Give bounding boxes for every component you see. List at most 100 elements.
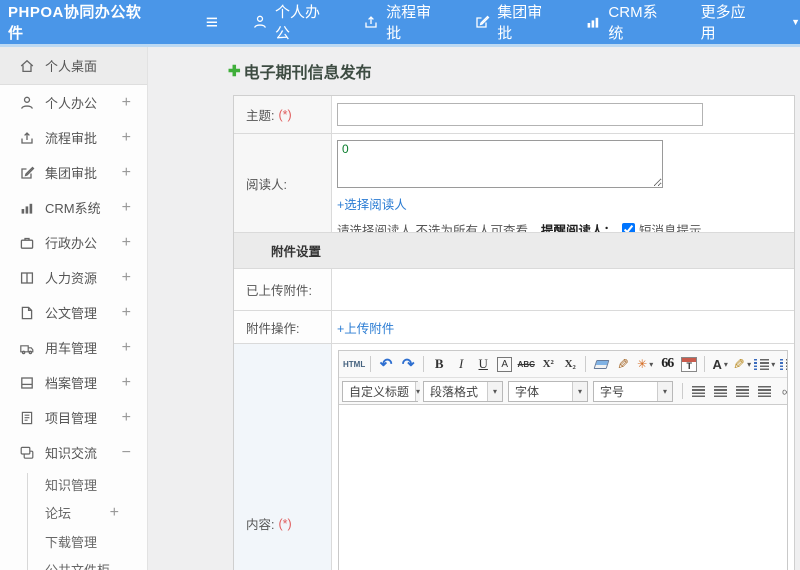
sidebar-subitem-label: 公共文件柜 [45,560,110,570]
editor-ordered-list-button[interactable]: ▾ [754,353,775,375]
sidebar-item-workflow-approval[interactable]: 流程审批 + [0,120,147,155]
sidebar-item-label: 公文管理 [45,306,98,321]
upload-attachment-link[interactable]: +上传附件 [337,318,394,337]
editor-unordered-list-button[interactable] [777,353,787,375]
sidebar-item-knowledge-exchange[interactable]: 知识交流 − [0,435,147,470]
topnav-group-approval[interactable]: 集团审批 [474,1,556,43]
page-title-text: 电子期刊信息发布 [243,65,372,82]
truck-icon [19,340,35,356]
editor-italic-button[interactable]: I [451,353,471,375]
subject-row: 主题: (*) [234,96,794,134]
sidebar-item-group-approval[interactable]: 集团审批 + [0,155,147,190]
sidebar-item-project-management[interactable]: 项目管理 + [0,400,147,435]
sidebar-item-archive-management[interactable]: 档案管理 + [0,365,147,400]
expand-plus-icon[interactable]: + [122,409,131,427]
toolbar-separator [370,356,372,372]
editor-paragraph-format-select[interactable]: 段落格式 ▾ [423,380,503,402]
topnav-crm[interactable]: CRM系统 [585,1,671,43]
toolbar-separator [704,356,706,372]
bar-chart-icon [19,200,35,216]
page-title: ✚ 电子期刊信息发布 [228,59,372,83]
sidebar-item-admin-office[interactable]: 行政办公 + [0,225,147,260]
caret-down-icon: ▾ [657,381,672,401]
hamburger-menu-icon[interactable]: ≡ [206,12,218,33]
topnav-label: 集团审批 [497,4,543,42]
sidebar-item-hr[interactable]: 人力资源 + [0,260,147,295]
workflow-icon [363,14,379,30]
sidebar-item-label: 档案管理 [45,376,98,391]
sidebar-subitem-public-file-cabinet[interactable]: 公共文件柜 [0,556,147,570]
editor-font-color-button[interactable]: A ▾ [710,353,730,375]
expand-plus-icon[interactable]: + [122,374,131,392]
sidebar-subitem-knowledge-management[interactable]: 知识管理 [0,470,147,499]
expand-plus-icon[interactable]: + [110,504,119,522]
expand-plus-icon[interactable]: + [122,304,131,322]
expand-plus-icon[interactable]: + [122,129,131,147]
attachment-section-header: 附件设置 [234,233,794,269]
select-readers-link[interactable]: +选择阅读人 [337,198,407,212]
editor-font-family-select[interactable]: 字体 ▾ [508,380,588,402]
editor-superscript-button[interactable]: X² [538,353,558,375]
editor-insert-link-button[interactable]: ∞ [776,380,787,402]
sms-remind-checkbox[interactable] [622,223,635,232]
expand-plus-icon[interactable]: + [122,164,131,182]
topnav-workflow-approval[interactable]: 流程审批 [363,1,445,43]
expand-plus-icon[interactable]: + [122,199,131,217]
topnav-personal-office[interactable]: 个人办公 [252,1,334,43]
sidebar-item-vehicle-management[interactable]: 用车管理 + [0,330,147,365]
caret-down-icon: ▾ [771,359,776,369]
readers-textarea[interactable]: 0 [337,140,663,188]
editor-custom-title-select[interactable]: 自定义标题 ▾ [342,380,421,402]
publish-form: 主题: (*) 阅读人: 0 +选择阅读人 请选择阅读人,不选为所有人可查看 提… [233,95,795,570]
attachment-section-title: 附件设置 [271,245,322,259]
top-navigation: 个人办公 流程审批 集团审批 CRM系统 更多应用 ▼ [252,1,800,43]
sidebar-subitem-forum[interactable]: 论坛 + [0,499,147,528]
expand-plus-icon[interactable]: + [122,339,131,357]
expand-plus-icon[interactable]: + [122,269,131,287]
editor-html-source-button[interactable]: HTML [343,353,365,375]
sidebar-item-personal-office[interactable]: 个人办公 + [0,85,147,120]
editor-align-right-button[interactable] [732,380,752,402]
editor-font-size-select[interactable]: 字号 ▾ [593,380,673,402]
attachment-action-label: 附件操作: [234,311,332,343]
collapse-minus-icon[interactable]: − [122,444,131,462]
editor-bold-button[interactable]: B [429,353,449,375]
editor-undo-button[interactable]: ↶ [376,353,396,375]
editor-paste-as-text-button[interactable]: T [679,353,699,375]
home-icon [19,58,35,74]
readers-label: 阅读人: [234,134,332,232]
more-apps-caret-icon[interactable]: ▼ [791,17,800,27]
editor-subscript-button[interactable]: X₂ [560,353,580,375]
attachment-action-row: 附件操作: +上传附件 [234,311,794,344]
subject-input[interactable] [337,103,703,126]
sidebar-item-label: 用车管理 [45,341,98,356]
sidebar-item-crm[interactable]: CRM系统 + [0,190,147,225]
chat-pages-icon [19,445,35,461]
sidebar-item-document-management[interactable]: 公文管理 + [0,295,147,330]
expand-plus-icon[interactable]: + [122,94,131,112]
sidebar-subitem-label: 下载管理 [45,534,98,550]
uploaded-attachments-row: 已上传附件: [234,269,794,311]
sidebar-item-personal-desktop[interactable]: 个人桌面 [0,47,147,85]
editor-redo-button[interactable]: ↷ [398,353,418,375]
editor-align-left-button[interactable] [688,380,708,402]
editor-autoformat-button[interactable]: ✳ ▾ [635,353,655,375]
editor-remove-format-button[interactable] [591,353,611,375]
editor-format-painter-button[interactable]: ✎ [613,353,633,375]
document-icon [19,305,35,321]
editor-highlight-color-button[interactable]: ✎ ▾ [732,353,752,375]
editor-strikethrough-button[interactable]: ABC [516,353,536,375]
sidebar-subitem-download-management[interactable]: 下载管理 [0,527,147,556]
editor-blockquote-button[interactable]: 66 [657,353,677,375]
justify-icon [757,385,771,397]
caret-down-icon: ▾ [747,359,752,369]
editor-font-style-button[interactable]: A [497,356,513,372]
editor-underline-button[interactable]: U [473,353,493,375]
caret-down-icon: ▾ [649,359,654,369]
editor-content-area[interactable] [339,405,787,570]
editor-align-center-button[interactable] [710,380,730,402]
ordered-list-icon [754,358,770,370]
editor-justify-button[interactable] [754,380,774,402]
topnav-more-apps[interactable]: 更多应用 [701,1,760,43]
expand-plus-icon[interactable]: + [122,234,131,252]
